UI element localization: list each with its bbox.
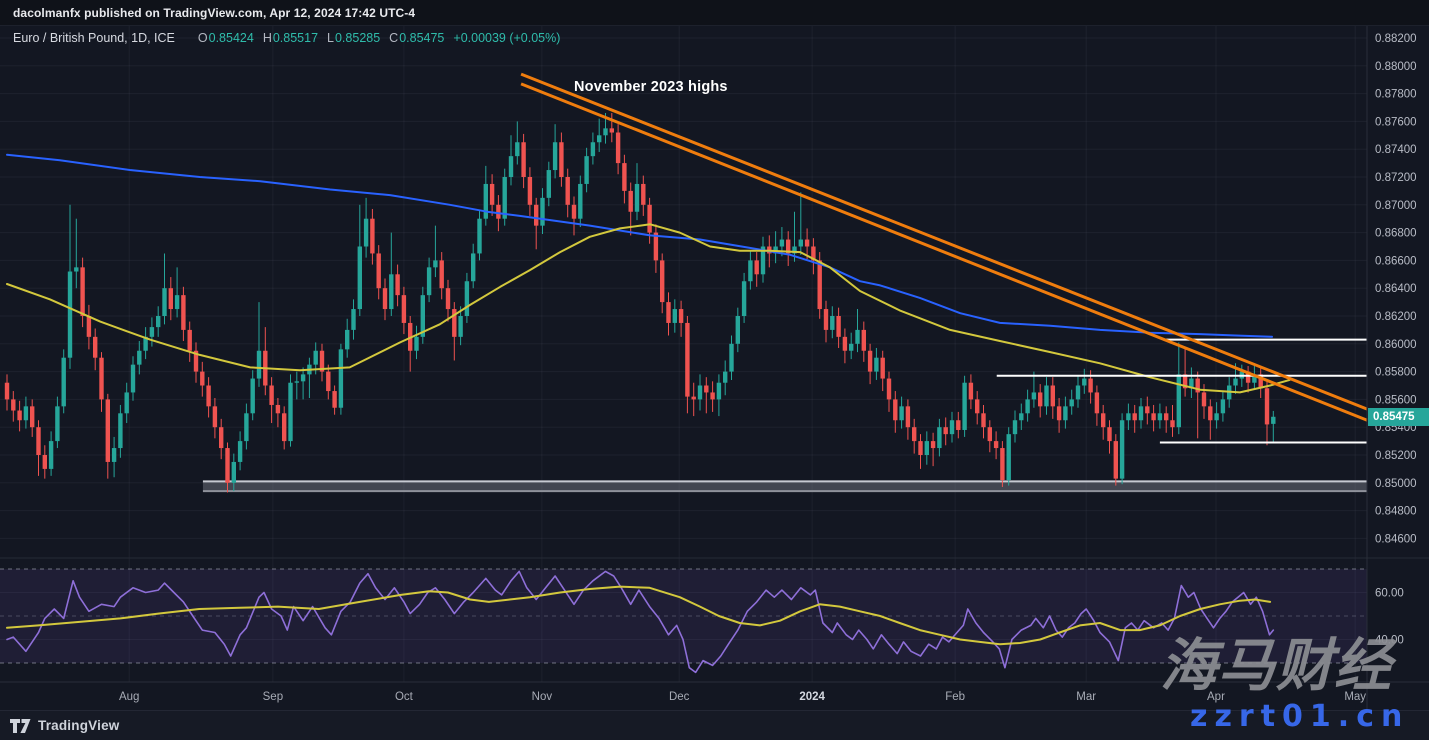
change-value: +0.00039 (+0.05%) [453, 31, 560, 45]
svg-text:Sep: Sep [263, 691, 283, 703]
svg-text:0.87000: 0.87000 [1375, 200, 1417, 212]
svg-text:0.85200: 0.85200 [1375, 450, 1417, 462]
svg-text:0.84600: 0.84600 [1375, 533, 1417, 545]
svg-text:0.87800: 0.87800 [1375, 89, 1417, 101]
svg-text:Dec: Dec [669, 691, 690, 703]
svg-text:0.84800: 0.84800 [1375, 506, 1417, 518]
svg-text:60.00: 60.00 [1375, 588, 1404, 600]
close-value: 0.85475 [399, 31, 444, 45]
svg-text:Mar: Mar [1076, 691, 1096, 703]
chart-page: dacolmanfx published on TradingView.com,… [0, 0, 1429, 739]
svg-text:Oct: Oct [395, 691, 414, 703]
svg-text:Aug: Aug [119, 691, 139, 703]
svg-text:0.86200: 0.86200 [1375, 311, 1417, 323]
tradingview-logo[interactable]: TradingView [10, 718, 119, 733]
svg-text:0.87200: 0.87200 [1375, 172, 1417, 184]
svg-text:2024: 2024 [799, 691, 825, 703]
trend-channel-layer [521, 74, 1367, 420]
symbol-legend[interactable]: Euro / British Pound, 1D, ICE O0.85424 H… [13, 31, 560, 45]
chart-canvas[interactable]: 0.88200 0.88000 0.87800 0.87600 0.87400 0.872… [0, 0, 1429, 739]
publish-info-bar: dacolmanfx published on TradingView.com,… [0, 0, 1429, 26]
last-price-label: 0.85475 [1368, 408, 1429, 426]
high-value: 0.85517 [273, 31, 318, 45]
candles-layer [5, 113, 1276, 492]
svg-text:0.85800: 0.85800 [1375, 367, 1417, 379]
low-value: 0.85285 [335, 31, 380, 45]
svg-text:0.86000: 0.86000 [1375, 339, 1417, 351]
svg-text:Nov: Nov [532, 691, 553, 703]
tradingview-logo-icon [10, 719, 31, 733]
svg-text:0.86400: 0.86400 [1375, 283, 1417, 295]
symbol-title: Euro / British Pound, 1D, ICE [13, 31, 175, 45]
svg-text:0.86800: 0.86800 [1375, 228, 1417, 240]
watermark-url: zzrt01.cn [1190, 702, 1409, 732]
watermark-cjk: 海马财经 [1160, 638, 1392, 695]
support-zone-band [203, 481, 1367, 491]
svg-text:0.87600: 0.87600 [1375, 116, 1417, 128]
price-axis[interactable]: 0.88200 0.88000 0.87800 0.87600 0.87400 0.872… [1375, 33, 1417, 647]
svg-text:0.87400: 0.87400 [1375, 144, 1417, 156]
svg-text:0.85600: 0.85600 [1375, 394, 1417, 406]
low-label: L [327, 31, 334, 45]
moving-averages-layer [7, 155, 1290, 393]
high-label: H [263, 31, 272, 45]
tradingview-brand-text: TradingView [38, 718, 119, 733]
svg-text:0.85000: 0.85000 [1375, 478, 1417, 490]
open-label: O [198, 31, 208, 45]
svg-text:0.88000: 0.88000 [1375, 61, 1417, 73]
publish-info-text: dacolmanfx published on TradingView.com,… [13, 6, 415, 20]
svg-text:Feb: Feb [945, 691, 965, 703]
open-value: 0.85424 [209, 31, 254, 45]
chart-annotation: November 2023 highs [574, 79, 728, 95]
svg-text:0.86600: 0.86600 [1375, 255, 1417, 267]
svg-text:0.88200: 0.88200 [1375, 33, 1417, 45]
close-label: C [389, 31, 398, 45]
